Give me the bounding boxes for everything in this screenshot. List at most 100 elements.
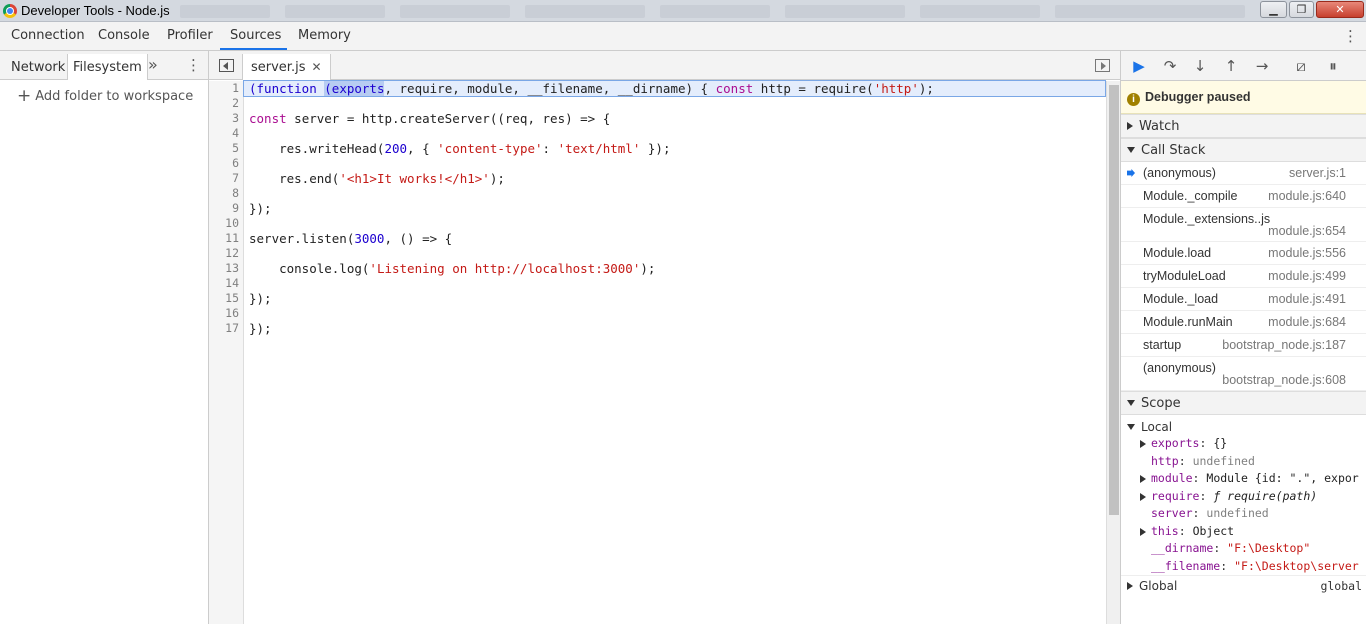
watch-section-header[interactable]: Watch [1121, 114, 1366, 138]
scope-property[interactable]: http: undefined [1121, 453, 1366, 471]
call-stack-section-header[interactable]: Call Stack [1121, 138, 1366, 162]
debugger-toolbar: ▶ ↷ ↓ ↑ → ⧄ ⏸ [1121, 51, 1366, 81]
code-line[interactable] [244, 246, 1105, 261]
code-line[interactable] [244, 156, 1105, 171]
code-line[interactable] [244, 96, 1105, 111]
scope-property[interactable]: require: ƒ require(path) [1121, 488, 1366, 506]
window-title: Developer Tools - Node.js [21, 3, 170, 18]
tab-console[interactable]: Console [98, 28, 150, 43]
step-over-icon[interactable]: ↷ [1160, 57, 1180, 75]
toggle-navigator-icon[interactable] [219, 59, 234, 72]
navigator-menu-icon[interactable]: ⋮ [186, 56, 201, 74]
line-number[interactable]: 9 [209, 201, 243, 216]
step-into-icon[interactable]: ↓ [1190, 57, 1210, 75]
line-number[interactable]: 16 [209, 306, 243, 321]
code-line[interactable]: }); [244, 201, 1105, 216]
add-folder-button[interactable]: + Add folder to workspace [17, 86, 193, 106]
line-number[interactable]: 3 [209, 111, 243, 126]
expand-icon [1127, 122, 1133, 130]
line-number[interactable]: 11 [209, 231, 243, 246]
close-tab-icon[interactable]: ✕ [311, 60, 321, 74]
line-number[interactable]: 7 [209, 171, 243, 186]
close-button[interactable]: ✕ [1316, 1, 1364, 18]
editor-tab-bar: server.js ✕ [209, 51, 1120, 80]
line-number[interactable]: 15 [209, 291, 243, 306]
more-options-icon[interactable]: ⋮ [1343, 27, 1358, 45]
line-number[interactable]: 13 [209, 261, 243, 276]
nav-tab-filesystem[interactable]: Filesystem [67, 54, 148, 80]
code-line[interactable]: }); [244, 291, 1105, 306]
line-number[interactable]: 4 [209, 126, 243, 141]
minimize-button[interactable]: ▁ [1260, 1, 1287, 18]
pause-on-exceptions-icon[interactable]: ⏸ [1323, 57, 1343, 75]
main-tab-bar: Connection Console Profiler Sources Memo… [0, 22, 1366, 51]
line-number[interactable]: 14 [209, 276, 243, 291]
code-line[interactable]: server.listen(3000, () => { [244, 231, 1105, 246]
scope-property[interactable]: module: Module {id: ".", expor [1121, 470, 1366, 488]
tab-memory[interactable]: Memory [298, 28, 351, 43]
scope-property[interactable]: __filename: "F:\Desktop\server [1121, 558, 1366, 576]
line-number[interactable]: 6 [209, 156, 243, 171]
code-line[interactable] [244, 306, 1105, 321]
call-frame[interactable]: Module._load module.js:491 [1121, 288, 1366, 311]
editor-scrollbar[interactable] [1106, 81, 1120, 624]
tab-connection[interactable]: Connection [11, 28, 85, 43]
code-line[interactable]: res.writeHead(200, { 'content-type': 'te… [244, 141, 1105, 156]
code-line[interactable] [244, 186, 1105, 201]
expand-icon[interactable] [1140, 492, 1146, 501]
call-frame[interactable]: (anonymous) bootstrap_node.js:608 [1121, 357, 1366, 391]
code-line[interactable]: const server = http.createServer((req, r… [244, 111, 1105, 126]
file-tab[interactable]: server.js ✕ [243, 54, 331, 80]
step-out-icon[interactable]: ↑ [1221, 57, 1241, 75]
line-number[interactable]: 10 [209, 216, 243, 231]
scrollbar-thumb[interactable] [1109, 85, 1119, 515]
code-line[interactable] [244, 276, 1105, 291]
nav-tab-network[interactable]: Network [11, 60, 65, 75]
deactivate-breakpoints-icon[interactable]: ⧄ [1291, 57, 1311, 75]
tab-sources[interactable]: Sources [230, 28, 281, 43]
toggle-debugger-icon[interactable] [1095, 59, 1110, 72]
file-tab-label: server.js [251, 60, 306, 75]
call-frame[interactable]: Module._extensions..js module.js:654 [1121, 208, 1366, 242]
line-number[interactable]: 12 [209, 246, 243, 261]
call-stack-label: Call Stack [1141, 143, 1206, 158]
maximize-button[interactable]: ❐ [1289, 1, 1314, 18]
code-line-current[interactable]: (function (exports, require, module, __f… [243, 80, 1106, 97]
call-frame[interactable]: Module.runMain module.js:684 [1121, 311, 1366, 334]
global-scope-header[interactable]: Global global [1121, 575, 1366, 595]
line-number[interactable]: 17 [209, 321, 243, 336]
code-area[interactable]: (function (exports, require, module, __f… [243, 80, 1106, 624]
tab-profiler[interactable]: Profiler [167, 28, 213, 43]
scope-property[interactable]: this: Object [1121, 523, 1366, 541]
scope-property[interactable]: server: undefined [1121, 505, 1366, 523]
scope-section-header[interactable]: Scope [1121, 391, 1366, 415]
background-tab [920, 5, 1040, 18]
step-icon[interactable]: → [1252, 57, 1272, 75]
expand-icon[interactable] [1140, 527, 1146, 536]
expand-icon[interactable] [1140, 440, 1146, 448]
line-number[interactable]: 8 [209, 186, 243, 201]
code-line[interactable]: res.end('<h1>It works!</h1>'); [244, 171, 1105, 186]
call-frame[interactable]: Module._compile module.js:640 [1121, 185, 1366, 208]
expand-icon[interactable] [1140, 475, 1146, 483]
scope-property[interactable]: __dirname: "F:\Desktop" [1121, 540, 1366, 558]
call-frame[interactable]: tryModuleLoad module.js:499 [1121, 265, 1366, 288]
code-line[interactable] [244, 126, 1105, 141]
debugger-paused-banner: i Debugger paused [1121, 81, 1366, 114]
background-tab [525, 5, 645, 18]
source-editor: server.js ✕ 1 2 3 4 5 6 7 8 9 10 11 12 13… [209, 51, 1121, 624]
chrome-logo-icon [3, 4, 17, 18]
code-line[interactable]: }); [244, 321, 1105, 336]
call-frame[interactable]: (anonymous) server.js:1 [1121, 162, 1366, 185]
local-scope-header[interactable]: Local [1121, 415, 1366, 435]
more-tabs-icon[interactable]: » [148, 55, 158, 74]
scope-property[interactable]: exports: {} [1121, 435, 1366, 453]
call-frame[interactable]: Module.load module.js:556 [1121, 242, 1366, 265]
line-number[interactable]: 5 [209, 141, 243, 156]
line-number[interactable]: 1 [209, 81, 243, 96]
line-number[interactable]: 2 [209, 96, 243, 111]
resume-icon[interactable]: ▶ [1129, 57, 1149, 75]
code-line[interactable] [244, 216, 1105, 231]
code-line[interactable]: console.log('Listening on http://localho… [244, 261, 1105, 276]
call-frame[interactable]: startup bootstrap_node.js:187 [1121, 334, 1366, 357]
